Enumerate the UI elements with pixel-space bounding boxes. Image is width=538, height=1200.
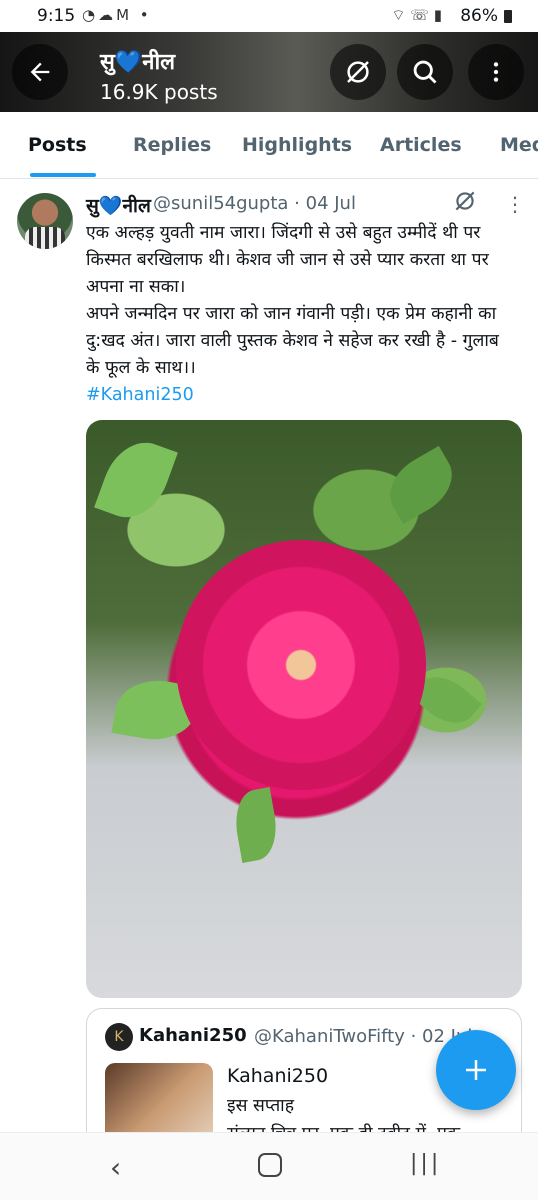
nav-recents-icon[interactable]: |||: [410, 1151, 441, 1176]
quote-author-name: Kahani250: [139, 1025, 247, 1046]
system-nav-bar: ‹ |||: [0, 1132, 538, 1200]
nav-home-icon[interactable]: [258, 1153, 282, 1177]
notification-icons: ◔☁M •: [82, 6, 152, 24]
back-button[interactable]: [12, 44, 68, 100]
post-image[interactable]: [86, 420, 522, 998]
tab-posts[interactable]: Posts: [28, 134, 87, 156]
active-tab-indicator: [30, 173, 96, 177]
tab-highlights[interactable]: Highlights: [242, 134, 352, 156]
grok-icon[interactable]: [452, 188, 478, 218]
grok-button[interactable]: [330, 44, 386, 100]
profile-tabs: Posts Replies Highlights Articles Med: [0, 112, 538, 179]
status-time: 9:15: [37, 6, 76, 26]
tab-articles[interactable]: Articles: [380, 134, 462, 156]
status-bar: 9:15 ◔☁M • ⌔ ☏ ▮ 86%: [0, 0, 538, 32]
post[interactable]: सु💙नील @sunil54gupta · 04 Jul ⋮ एक अल्हड…: [0, 180, 538, 1150]
profile-name: सु💙नील: [100, 50, 176, 75]
signal-icons: ⌔ ☏ ▮: [391, 6, 442, 24]
post-meta[interactable]: @sunil54gupta · 04 Jul: [153, 193, 356, 214]
quote-title: Kahani250: [227, 1065, 329, 1087]
more-options-button[interactable]: [468, 44, 524, 100]
post-paragraph: अपने जन्मदिन पर जारा को जान गंवानी पड़ी।…: [86, 304, 499, 378]
quote-avatar: K: [105, 1023, 133, 1051]
battery-percent: 86%: [460, 6, 498, 26]
search-button[interactable]: [397, 44, 453, 100]
plus-icon: [466, 1060, 486, 1080]
tab-media[interactable]: Med: [500, 134, 538, 156]
back-arrow-icon: [30, 62, 50, 82]
avatar[interactable]: [17, 193, 73, 249]
more-vertical-icon: [493, 62, 499, 82]
tab-replies[interactable]: Replies: [133, 134, 211, 156]
post-text: एक अल्हड़ युवती नाम जारा। जिंदगी से उसे …: [86, 220, 516, 409]
hashtag-link[interactable]: #Kahani250: [86, 382, 516, 409]
post-more-icon[interactable]: ⋮: [505, 192, 525, 216]
posts-count: 16.9K posts: [100, 80, 218, 104]
compose-button[interactable]: [436, 1030, 516, 1110]
profile-header: सु💙नील 16.9K posts: [0, 32, 538, 112]
rose: [176, 540, 426, 790]
post-paragraph: एक अल्हड़ युवती नाम जारा। जिंदगी से उसे …: [86, 223, 489, 297]
search-icon: [413, 60, 437, 84]
post-author-name[interactable]: सु💙नील: [86, 192, 151, 218]
grok-icon: [347, 61, 369, 83]
battery-icon: [504, 10, 512, 23]
quote-meta: @KahaniTwoFifty · 02 Jul: [254, 1026, 473, 1047]
quote-text-line: इस सप्ताह: [227, 1096, 295, 1116]
nav-back-icon[interactable]: ‹: [110, 1151, 121, 1184]
